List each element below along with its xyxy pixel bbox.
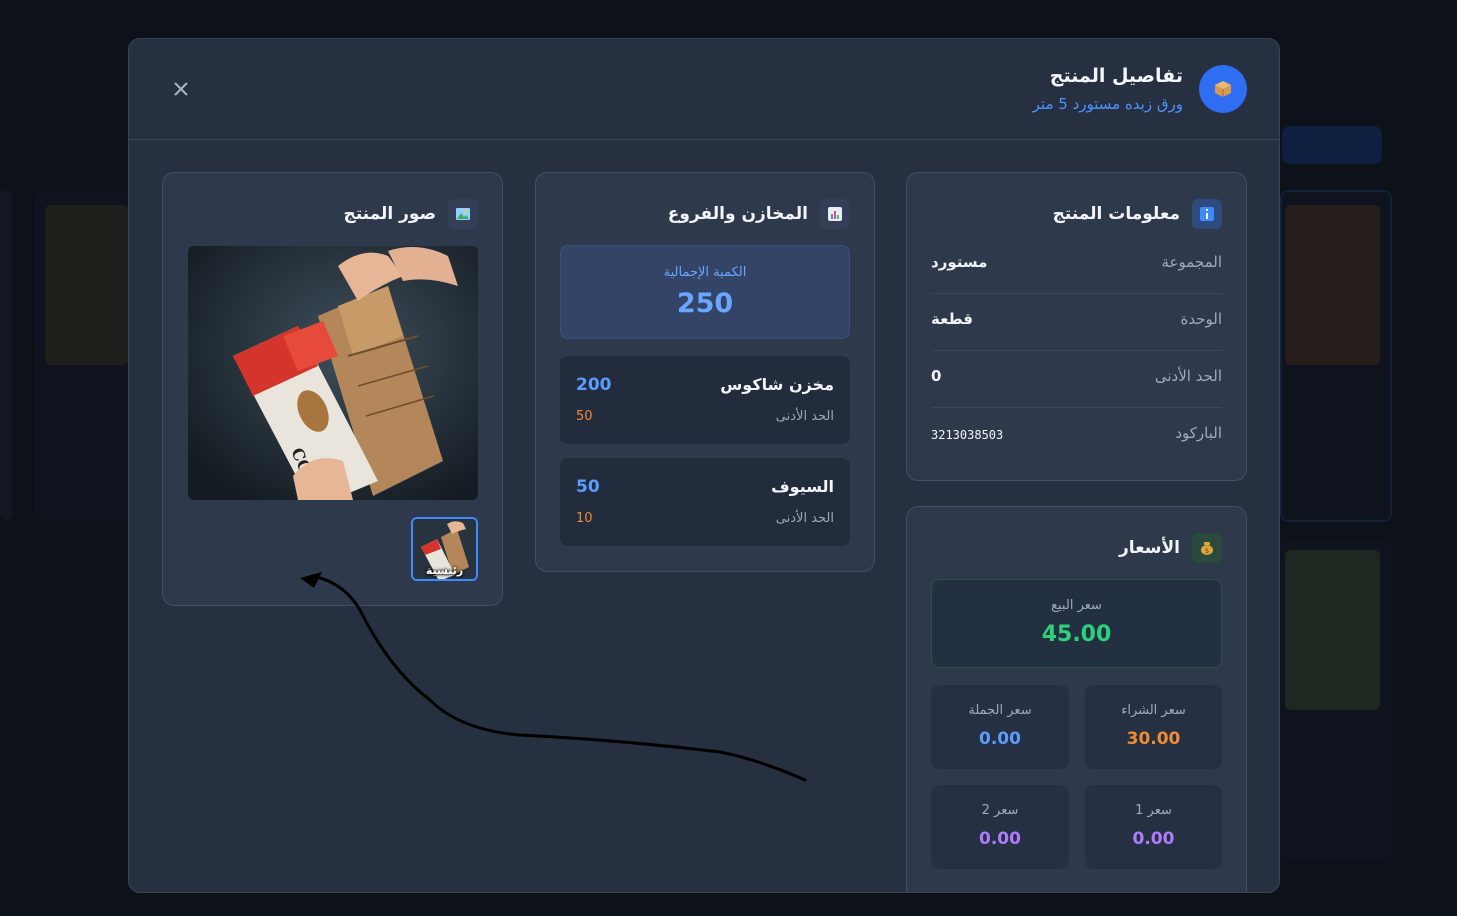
info-row-unit: الوحدة قطعة — [931, 294, 1222, 351]
store-quantity: 50 — [576, 477, 600, 497]
store-item: السيوف 50 الحد الأدنى 10 — [560, 458, 850, 546]
minimum-value: 0 — [931, 367, 942, 385]
barcode-label: الباركود — [1175, 424, 1222, 442]
store-min-value: 50 — [576, 409, 593, 424]
prices-title: الأسعار — [1119, 538, 1180, 558]
info-row-minimum: الحد الأدنى 0 — [931, 351, 1222, 408]
unit-value: قطعة — [931, 310, 973, 328]
purchase-price-value: 30.00 — [1126, 729, 1181, 749]
store-name: السيوف — [771, 477, 834, 496]
close-button[interactable] — [167, 75, 195, 103]
purchase-price-card: سعر الشراء 30.00 — [1085, 685, 1222, 769]
minimum-label: الحد الأدنى — [1154, 367, 1222, 385]
price2-value: 0.00 — [979, 829, 1021, 849]
modal-title: تفاصيل المنتج — [1049, 65, 1183, 87]
price1-value: 0.00 — [1132, 829, 1175, 849]
sale-price-value: 45.00 — [1041, 622, 1112, 647]
product-info-title: معلومات المنتج — [1052, 204, 1180, 224]
product-info-panel: معلومات المنتج المجموعة مستورد الوحدة قط… — [906, 172, 1247, 481]
wholesale-price-card: سعر الجملة 0.00 — [931, 685, 1069, 769]
bar-chart-icon — [820, 199, 850, 229]
product-name-subtitle: ورق زبده مستورد 5 متر — [1032, 95, 1183, 113]
price1-card: سعر 1 0.00 — [1085, 785, 1222, 869]
prices-panel: $ الأسعار سعر البيع 45.00 سعر الشراء 30.… — [906, 506, 1247, 892]
total-quantity-label: الكمية الإجمالية — [663, 265, 747, 280]
total-quantity-value: 250 — [676, 288, 734, 319]
store-min-value: 10 — [576, 511, 593, 526]
image-thumbnail-main[interactable]: رئيسية — [411, 517, 478, 581]
price1-label: سعر 1 — [1135, 803, 1172, 818]
store-min-label: الحد الأدنى — [775, 511, 834, 526]
barcode-value: 3213038503 — [931, 428, 1004, 442]
image-icon — [448, 199, 478, 229]
close-icon — [174, 82, 188, 96]
info-row-group: المجموعة مستورد — [931, 237, 1222, 294]
stores-title: المخازن والفروع — [667, 204, 808, 224]
wholesale-price-value: 0.00 — [979, 729, 1021, 749]
product-details-modal: تفاصيل المنتج ورق زبده مستورد 5 متر معلو… — [128, 38, 1280, 893]
store-name: مخزن شاكوس — [720, 375, 834, 394]
money-bag-icon: $ — [1192, 533, 1222, 563]
svg-text:$: $ — [1205, 547, 1209, 555]
stores-panel: المخازن والفروع الكمية الإجمالية 250 مخز… — [535, 172, 875, 572]
purchase-price-label: سعر الشراء — [1121, 703, 1186, 718]
price2-card: سعر 2 0.00 — [931, 785, 1069, 869]
info-icon — [1192, 199, 1222, 229]
package-icon — [1199, 65, 1247, 113]
total-quantity-card: الكمية الإجمالية 250 — [560, 245, 850, 339]
group-value: مستورد — [931, 253, 988, 271]
unit-label: الوحدة — [1180, 310, 1223, 328]
images-panel: صور المنتج رئيسية — [162, 172, 503, 606]
sale-price-label: سعر البيع — [1051, 598, 1102, 613]
store-min-label: الحد الأدنى — [775, 409, 834, 424]
store-item: مخزن شاكوس 200 الحد الأدنى 50 — [560, 356, 850, 444]
wholesale-price-label: سعر الجملة — [968, 703, 1032, 718]
images-title: صور المنتج — [343, 204, 436, 224]
info-row-barcode: الباركود 3213038503 — [931, 408, 1222, 465]
price2-label: سعر 2 — [981, 803, 1019, 818]
thumbnail-label: رئيسية — [425, 564, 464, 577]
main-product-image[interactable]: COOKING — [188, 246, 478, 500]
group-label: المجموعة — [1161, 253, 1222, 271]
modal-header: تفاصيل المنتج ورق زبده مستورد 5 متر — [129, 39, 1279, 140]
sale-price-card: سعر البيع 45.00 — [931, 579, 1222, 668]
store-quantity: 200 — [576, 375, 612, 395]
